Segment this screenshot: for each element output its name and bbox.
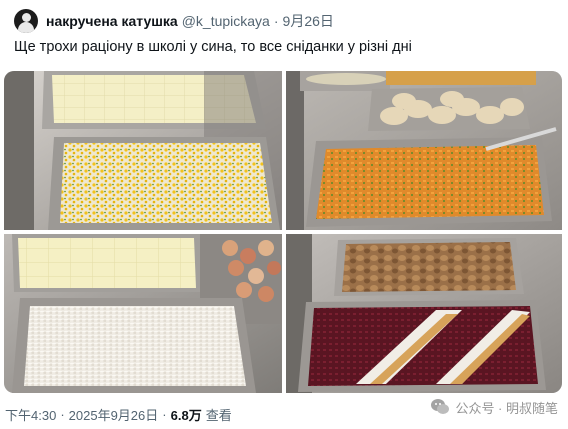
tweet-footer: 下午4:30 · 2025年9月26日 · 6.8万 查看	[5, 405, 232, 424]
wechat-watermark: 公众号 · 明叔随笔	[430, 397, 558, 417]
photo-3[interactable]	[4, 234, 282, 393]
separator-dot: ·	[273, 13, 279, 29]
author-name[interactable]: накручена катушка	[46, 13, 178, 29]
author-handle[interactable]: @k_tupickaya	[182, 13, 270, 29]
tweet-time[interactable]: 下午4:30	[5, 405, 56, 424]
cafeteria-trays-cheese-rice-peaches-photo	[4, 234, 282, 393]
footer-separator: ·	[60, 407, 65, 422]
views-label: 查看	[205, 408, 232, 423]
tweet-full-date[interactable]: 2025年9月26日	[69, 405, 159, 424]
watermark-label: 公众号 · 明叔随笔	[455, 400, 558, 416]
photo-4[interactable]	[286, 234, 562, 393]
cafeteria-trays-corn-rice-photo	[4, 71, 282, 230]
cafeteria-trays-meat-beet-salad-photo	[286, 234, 562, 393]
avatar[interactable]	[14, 9, 38, 33]
photo-2[interactable]	[286, 71, 562, 230]
tweet-header: накручена катушка @k_tupickaya · 9月26日	[14, 8, 334, 34]
wechat-icon	[431, 399, 450, 414]
photo-grid	[4, 71, 562, 393]
cafeteria-trays-chicken-carrots-photo	[286, 71, 562, 230]
tweet-date[interactable]: 9月26日	[283, 11, 334, 31]
photo-1[interactable]	[4, 71, 282, 230]
tweet-text: Ще трохи раціону в школі у сина, то все …	[14, 39, 412, 55]
footer-separator-2: ·	[162, 407, 167, 422]
views-count: 6.8万	[170, 408, 202, 423]
